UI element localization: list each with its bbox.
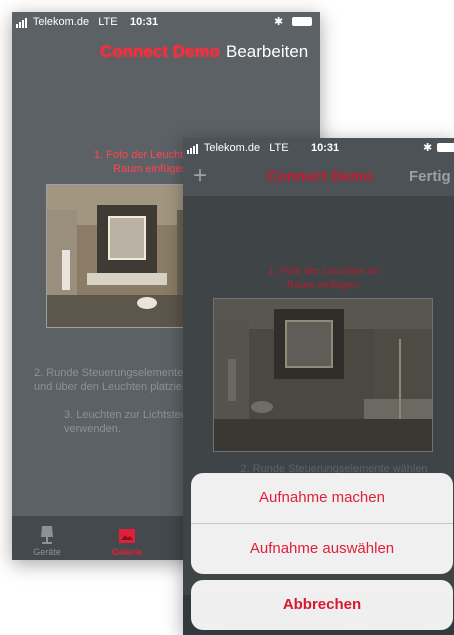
action-sheet-cancel-group: Abbrechen — [191, 580, 453, 630]
carrier-name: Telekom.de — [203, 142, 261, 154]
room-photo[interactable] — [213, 298, 433, 452]
tab-gallery[interactable]: Galerie — [102, 527, 152, 557]
status-bar: Telekom.de LTE 10:31 ✱ — [183, 138, 454, 158]
carrier-name: Telekom.de — [32, 16, 90, 28]
foreground-screen: Telekom.de LTE 10:31 ✱ + Connect Demo Fe… — [183, 138, 454, 635]
battery-icon — [437, 143, 454, 152]
battery-icon — [292, 17, 312, 26]
tab-label: Geräte — [33, 547, 61, 557]
photo-hint: 1. Foto der Leuchten im Raum einfügen. — [268, 265, 380, 291]
tab-label: Galerie — [111, 547, 143, 557]
nav-bar: Connect Demo Bearbeiten — [12, 32, 320, 72]
bluetooth-icon: ✱ — [423, 142, 433, 154]
nav-title: Connect Demo — [267, 168, 373, 185]
status-time: 10:31 — [130, 16, 159, 28]
gallery-icon — [119, 529, 135, 543]
nav-title: Connect Demo — [100, 42, 220, 61]
carrier-info: Telekom.de LTE — [16, 16, 118, 28]
done-button[interactable]: Fertig — [409, 168, 451, 185]
status-time: 10:31 — [311, 142, 340, 154]
status-bar: Telekom.de LTE 10:31 ✱ — [12, 12, 320, 32]
signal-icon — [16, 16, 28, 28]
choose-photo-option[interactable]: Aufnahme auswählen — [191, 524, 453, 574]
lamp-icon — [41, 526, 53, 544]
action-sheet-options: Aufnahme machen Aufnahme auswählen — [191, 473, 453, 574]
network-type: LTE — [98, 16, 118, 28]
cancel-button[interactable]: Abbrechen — [191, 580, 453, 630]
edit-button[interactable]: Bearbeiten — [226, 42, 308, 62]
tab-devices[interactable]: Geräte — [22, 525, 72, 557]
carrier-info: Telekom.de LTE — [187, 142, 289, 154]
bluetooth-icon: ✱ — [274, 16, 284, 28]
network-type: LTE — [269, 142, 289, 154]
take-photo-option[interactable]: Aufnahme machen — [191, 473, 453, 523]
add-button[interactable]: + — [193, 162, 207, 190]
nav-bar: + Connect Demo Fertig — [183, 158, 454, 196]
signal-icon — [187, 142, 199, 154]
